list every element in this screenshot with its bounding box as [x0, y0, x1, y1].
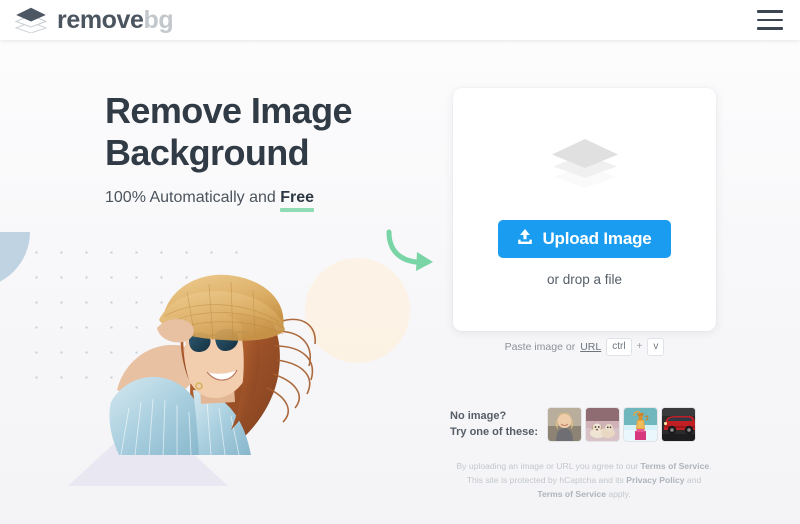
legal-line-1-suffix: . [709, 461, 712, 471]
paste-url-link[interactable]: URL [580, 341, 601, 353]
curved-arrow-right-icon [383, 226, 443, 281]
legal-line-2-suffix: and [684, 474, 702, 485]
page-body: Remove Image Background 100% Automatical… [0, 40, 800, 524]
sample-perfume-bottle[interactable] [624, 408, 658, 441]
logo-text-primary: remove [57, 5, 144, 34]
key-v: v [647, 338, 665, 356]
page-subtitle: 100% Automatically and Free [105, 188, 435, 213]
page-subtitle-highlight: Free [280, 188, 315, 213]
legal-line-2: This site is protected by hCaptcha and i… [424, 474, 744, 488]
hamburger-bar-3 [757, 27, 783, 30]
layers-icon [14, 7, 48, 34]
site-header: removebg [0, 0, 800, 40]
legal-disclaimer: By uploading an image or URL you agree t… [424, 460, 744, 502]
sample-images-label-line-2: Try one of these: [450, 425, 539, 438]
page-subtitle-prefix: 100% Automatically and [105, 188, 281, 206]
legal-line-1-text: By uploading an image or URL you agree t… [456, 461, 641, 471]
logo-text-secondary: bg [143, 5, 174, 34]
layers-placeholder-icon [548, 137, 622, 194]
sample-red-car[interactable] [662, 408, 696, 441]
sample-thumbnail-list [548, 408, 696, 441]
sample-woman[interactable] [548, 408, 582, 441]
legal-line-3-suffix: apply. [605, 488, 631, 499]
page-title-line-1: Remove Image [105, 90, 353, 131]
terms-of-service-link-1[interactable]: Terms of Service [641, 461, 710, 471]
upload-image-button[interactable]: Upload Image [498, 219, 671, 258]
hamburger-bar-1 [757, 10, 783, 13]
sample-dog[interactable] [586, 408, 620, 441]
sample-images-label: No image? Try one of these: [450, 409, 538, 441]
upload-card[interactable]: Upload Image or drop a file [453, 88, 716, 331]
sample-images-section: No image? Try one of these: [450, 408, 696, 441]
key-ctrl: ctrl [606, 338, 632, 356]
hero-photo [103, 262, 335, 455]
key-plus-separator: + [636, 341, 643, 353]
hero-text-block: Remove Image Background 100% Automatical… [105, 90, 435, 213]
upload-icon [517, 228, 533, 250]
logo[interactable]: removebg [14, 5, 174, 34]
paste-image-row: Paste image or URL ctrl + v [453, 338, 716, 356]
legal-line-3: Terms of Service apply. [424, 488, 744, 502]
legal-line-2-text: This site is protected by hCaptcha and i… [466, 474, 627, 485]
legal-line-1: By uploading an image or URL you agree t… [424, 460, 744, 474]
upload-image-button-label: Upload Image [542, 228, 652, 248]
hamburger-bar-2 [757, 18, 783, 22]
page-title-line-2: Background [105, 132, 310, 174]
sample-images-label-line-1: No image? [450, 409, 507, 422]
hamburger-menu-icon[interactable] [757, 10, 783, 30]
privacy-policy-link[interactable]: Privacy Policy [626, 475, 684, 485]
logo-text: removebg [57, 5, 174, 34]
page-title: Remove Image Background [105, 90, 435, 175]
paste-image-label: Paste image or [504, 340, 576, 353]
drop-file-text: or drop a file [546, 271, 623, 287]
terms-of-service-link-2[interactable]: Terms of Service [537, 489, 606, 499]
